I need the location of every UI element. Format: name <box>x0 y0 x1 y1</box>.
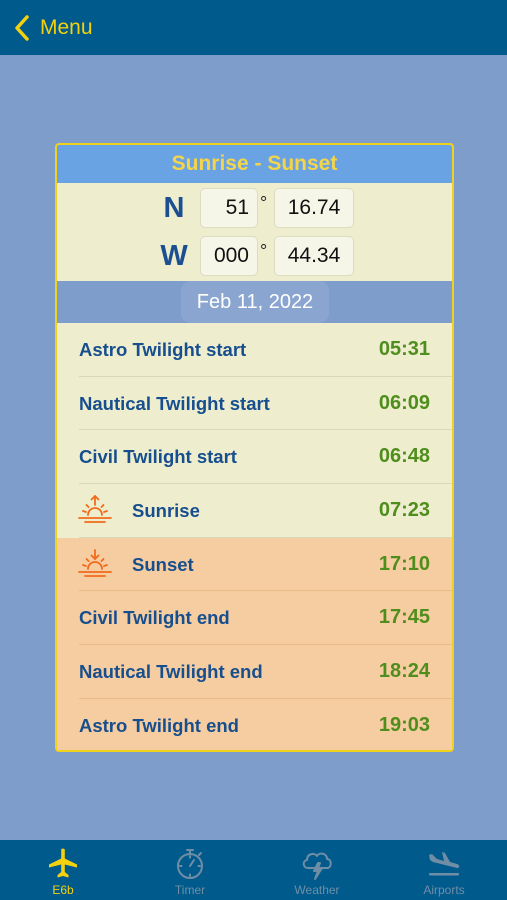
event-row-astro-twilight-start: Astro Twilight start 05:31 <box>57 323 452 377</box>
degree-symbol: ° <box>260 241 268 261</box>
tab-label: Timer <box>174 883 206 897</box>
event-time: 06:48 <box>378 445 430 468</box>
latitude-row: N 51 ° 16.74 <box>57 186 452 230</box>
coordinates-panel: N 51 ° 16.74 W 000 ° 44.34 <box>57 183 452 281</box>
latitude-hemisphere[interactable]: N <box>158 186 190 230</box>
tab-label: Weather <box>294 883 340 897</box>
event-time: 17:45 <box>378 606 430 629</box>
event-label: Civil Twilight start <box>79 446 237 468</box>
event-label: Nautical Twilight start <box>79 392 270 414</box>
event-time: 19:03 <box>378 713 430 736</box>
sunrise-icon <box>78 495 112 523</box>
event-label: Sunrise <box>132 500 200 522</box>
event-row-nautical-twilight-start: Nautical Twilight start 06:09 <box>57 376 452 431</box>
event-row-astro-twilight-end: Astro Twilight end 19:03 <box>57 698 452 750</box>
event-label: Astro Twilight end <box>79 714 239 736</box>
tab-timer[interactable]: Timer <box>127 840 253 900</box>
events-list: Astro Twilight start 05:31 Nautical Twil… <box>57 323 452 750</box>
tab-airports[interactable]: Airports <box>381 840 507 900</box>
back-button-label: Menu <box>40 16 93 39</box>
sunset-icon <box>78 548 112 577</box>
landing-icon <box>429 852 460 876</box>
event-label: Sunset <box>132 553 194 575</box>
longitude-hemisphere[interactable]: W <box>158 234 190 278</box>
event-label: Civil Twilight end <box>79 607 230 629</box>
airplane-icon <box>49 848 77 878</box>
event-row-nautical-twilight-end: Nautical Twilight end 18:24 <box>57 645 452 699</box>
card-title: Sunrise - Sunset <box>57 145 452 183</box>
event-time: 06:09 <box>378 391 430 414</box>
chevron-left-icon <box>15 15 29 41</box>
degree-symbol: ° <box>260 193 268 213</box>
event-row-civil-twilight-end: Civil Twilight end 17:45 <box>57 591 452 646</box>
event-row-sunset: Sunset 17:10 <box>57 537 452 592</box>
event-time: 07:23 <box>378 499 430 522</box>
tab-label: Airports <box>423 883 465 897</box>
event-time: 05:31 <box>378 338 430 360</box>
event-row-civil-twilight-start: Civil Twilight start 06:48 <box>57 430 452 485</box>
tab-label: E6b <box>52 883 74 897</box>
latitude-minutes-field[interactable]: 16.74 <box>274 188 354 228</box>
event-label: Nautical Twilight end <box>79 661 263 683</box>
back-button[interactable]: Menu <box>14 12 93 44</box>
event-time: 18:24 <box>378 660 430 683</box>
tab-weather[interactable]: Weather <box>254 840 380 900</box>
event-label: Astro Twilight start <box>79 339 247 360</box>
tab-bar: E6b Timer Weather Airports <box>0 840 507 900</box>
event-row-sunrise: Sunrise 07:23 <box>57 484 452 538</box>
longitude-minutes-field[interactable]: 44.34 <box>274 236 354 276</box>
sunrise-sunset-card: Sunrise - Sunset N 51 ° 16.74 W 000 ° 44… <box>55 143 454 752</box>
tab-e6b[interactable]: E6b <box>0 840 126 900</box>
latitude-degrees-field[interactable]: 51 <box>200 188 258 228</box>
event-time: 17:10 <box>378 552 430 575</box>
storm-cloud-icon <box>302 852 332 880</box>
date-picker-button[interactable]: Feb 11, 2022 <box>181 281 329 323</box>
longitude-row: W 000 ° 44.34 <box>57 234 452 278</box>
navigation-bar: Menu <box>0 0 507 55</box>
stopwatch-icon <box>177 849 203 879</box>
date-band: Feb 11, 2022 <box>57 281 452 323</box>
longitude-degrees-field[interactable]: 000 <box>200 236 258 276</box>
